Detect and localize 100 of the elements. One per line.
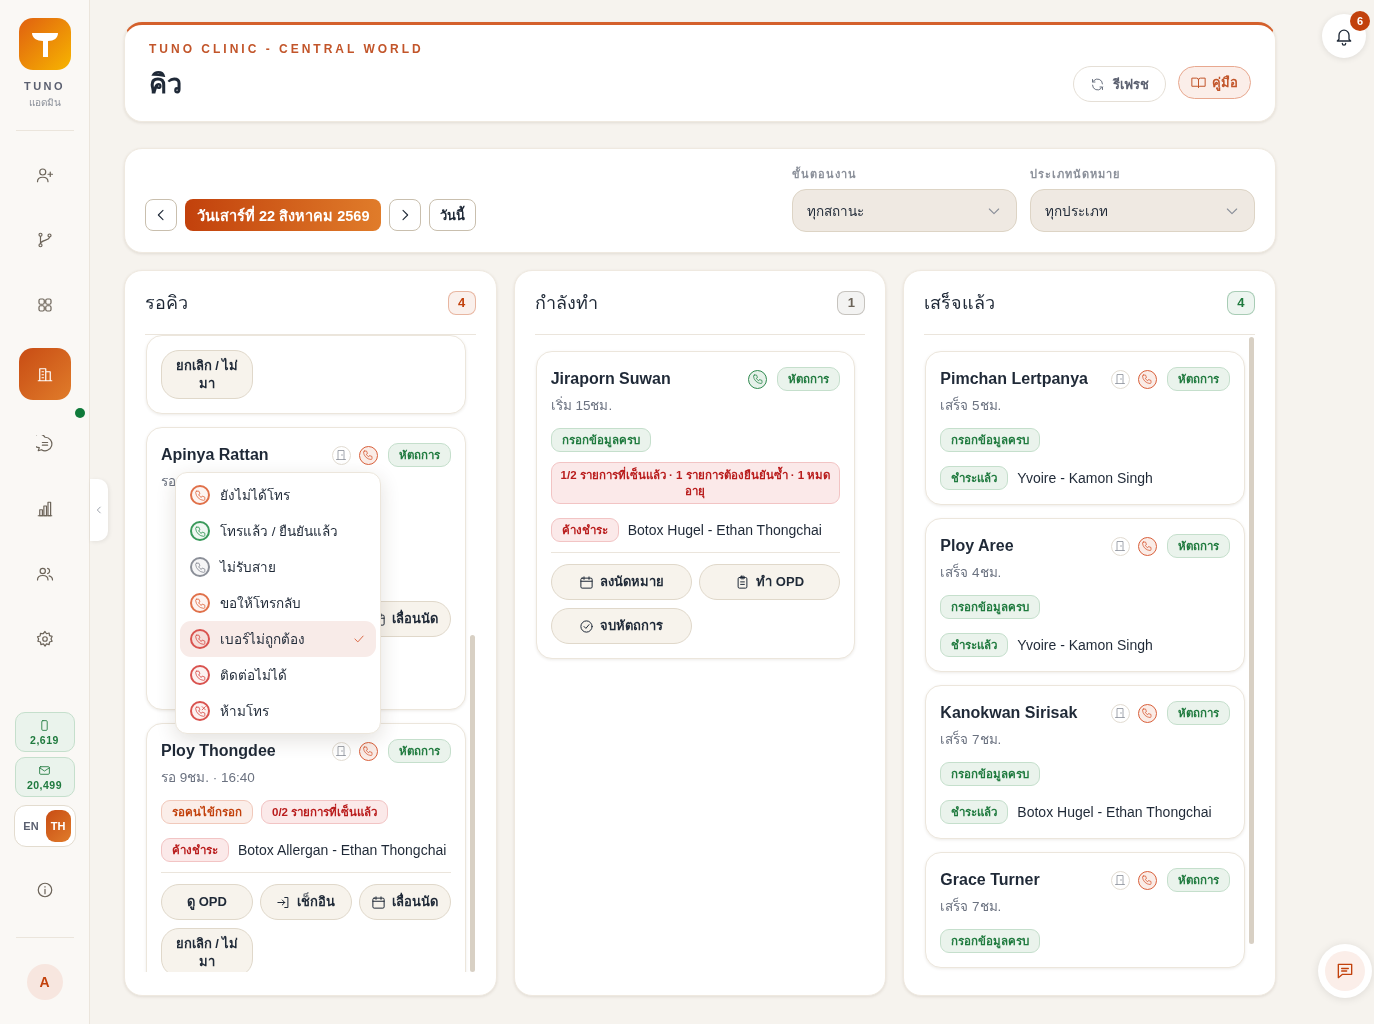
treatment-text: Botox Hugel - Ethan Thongchai — [627, 522, 822, 539]
menu-item[interactable]: ไม่รับสาย — [180, 549, 376, 586]
phone-icon[interactable] — [358, 741, 378, 761]
treatment-text: Yvoire - Kamon Singh — [1017, 637, 1153, 653]
previous-day-button[interactable] — [145, 199, 177, 231]
refresh-icon — [1090, 76, 1105, 92]
phone-icon[interactable] — [1138, 870, 1157, 890]
payment-status: ชำระแล้ว — [940, 800, 1009, 824]
chevron-left-icon — [94, 505, 104, 515]
action-button[interactable]: ยกเลิก / ไม่มา — [161, 350, 253, 400]
email-credit: 20,499 — [14, 757, 75, 797]
menu-item[interactable]: ยังไม่ได้โทร — [180, 477, 376, 514]
building-icon — [35, 365, 54, 383]
grid-icon — [35, 295, 54, 314]
sign-in-icon — [276, 894, 292, 910]
time-text: เริ่ม 15ชม. — [550, 395, 614, 415]
menu-item[interactable]: ห้ามโทร — [180, 693, 376, 730]
count-badge: 4 — [447, 290, 476, 315]
message-icon — [1335, 961, 1355, 981]
phone-icon[interactable] — [1138, 369, 1157, 389]
column-title: เสร็จแล้ว — [924, 291, 996, 315]
app-logo — [18, 18, 71, 70]
phone-icon[interactable] — [358, 445, 378, 465]
appointment-type: หัตถการ — [777, 367, 841, 391]
chat-button[interactable] — [1318, 944, 1372, 998]
today-button[interactable]: วันนี้ — [429, 199, 477, 231]
treatment-text: Yvoire - Kamon Singh — [1017, 470, 1153, 486]
phone-icon[interactable] — [748, 369, 768, 389]
info-icon — [35, 881, 54, 899]
count-badge: 4 — [1227, 290, 1255, 315]
room-icon[interactable] — [1111, 703, 1130, 723]
room-icon[interactable] — [1111, 870, 1130, 890]
action-button[interactable]: จบหัตถการ — [550, 608, 692, 645]
time-text: เสร็จ 7ชม. — [940, 896, 1003, 916]
status-tag: กรอกข้อมูลครบ — [550, 428, 651, 452]
phone-icon — [193, 560, 207, 574]
action-button[interactable]: เลื่อนนัด — [358, 884, 451, 921]
menu-item[interactable]: ติดต่อไม่ได้ — [180, 657, 376, 694]
count-badge: 1 — [837, 290, 866, 315]
filter-label: ประเภทนัดหมาย — [1030, 167, 1121, 182]
scrollbar[interactable] — [469, 635, 475, 972]
room-icon[interactable] — [331, 445, 351, 465]
phone-icon[interactable] — [1138, 703, 1157, 723]
nav-button[interactable] — [18, 348, 71, 400]
patient-name: Pimchan Lertpanya — [940, 370, 1088, 388]
calendar-icon — [371, 894, 387, 910]
patient-name: Ploy Thongdee — [161, 742, 276, 761]
menu-item[interactable]: โทรแล้ว / ยืนยันแล้ว — [180, 513, 376, 550]
time-text: รอ — [161, 473, 177, 492]
treatment-text: Botox Hugel - Ethan Thongchai — [1017, 804, 1212, 820]
room-icon[interactable] — [331, 741, 351, 761]
action-button[interactable]: ลงนัดหมาย — [550, 564, 692, 601]
user-role: แอดมิน — [28, 96, 61, 110]
user-avatar[interactable]: A — [26, 964, 63, 1000]
appointment-type: หัตถการ — [387, 443, 451, 468]
payment-status: ค้างชำระ — [550, 518, 619, 543]
appointment-type: หัตถการ — [1167, 701, 1230, 725]
action-button[interactable]: ทำ OPD — [699, 564, 841, 601]
phone-icon[interactable] — [1138, 536, 1157, 556]
column-title: รอคิว — [145, 292, 188, 315]
guide-button[interactable]: คู่มือ — [1178, 66, 1251, 99]
no-call-icon — [193, 704, 207, 718]
date-button[interactable]: วันเสาร์ที่ 22 สิงหาคม 2569 — [185, 199, 382, 231]
menu-item[interactable]: เบอร์ไม่ถูกต้อง — [180, 621, 376, 658]
appointment-type: หัตถการ — [1167, 367, 1230, 391]
refresh-button[interactable]: รีเฟรช — [1073, 66, 1166, 102]
language-option[interactable]: EN — [18, 810, 44, 842]
appointment-type: หัตถการ — [1167, 534, 1230, 558]
add-user-icon — [35, 165, 54, 184]
patient-name: Grace Turner — [940, 871, 1040, 889]
phone-icon — [193, 668, 207, 682]
phone-device-icon — [38, 718, 51, 732]
phone-icon — [193, 488, 207, 502]
bar-chart-icon — [35, 499, 54, 518]
settings-icon — [35, 629, 54, 648]
payment-status: ชำระแล้ว — [940, 633, 1009, 657]
language-option[interactable]: TH — [45, 810, 71, 842]
filter-dropdown[interactable]: ทุกสถานะ — [792, 189, 1017, 232]
filter-label: ขั้นตอนงาน — [792, 165, 858, 182]
scrollbar[interactable] — [1249, 337, 1254, 944]
next-day-button[interactable] — [389, 199, 422, 231]
status-tag: กรอกข้อมูลครบ — [940, 595, 1041, 619]
filter-dropdown[interactable]: ทุกประเภท — [1030, 189, 1255, 232]
action-button[interactable]: เช็กอิน — [259, 884, 352, 921]
treatment-text: Botox Allergan - Ethan Thongchai — [238, 842, 447, 859]
notification-button[interactable] — [1322, 14, 1366, 58]
time-text: เสร็จ 4ชม. — [940, 562, 1003, 582]
time-text: เสร็จ 5ชม. — [940, 395, 1003, 415]
status-tag: กรอกข้อมูลครบ — [940, 428, 1041, 452]
room-icon[interactable] — [1111, 536, 1130, 556]
sms-credit: 2,619 — [14, 712, 75, 752]
page-title: คิว — [149, 67, 183, 101]
action-button[interactable]: ยกเลิก / ไม่มา — [161, 928, 253, 972]
patient-name: Kanokwan Sirisak — [940, 704, 1078, 722]
room-icon[interactable] — [1111, 369, 1130, 389]
clinic-name: TUNO CLINIC - CENTRAL WORLD — [149, 41, 424, 56]
action-button[interactable]: ดู OPD — [161, 884, 253, 921]
appointment-type: หัตถการ — [1167, 868, 1230, 892]
phone-icon — [193, 632, 207, 646]
phone-icon — [193, 596, 207, 610]
